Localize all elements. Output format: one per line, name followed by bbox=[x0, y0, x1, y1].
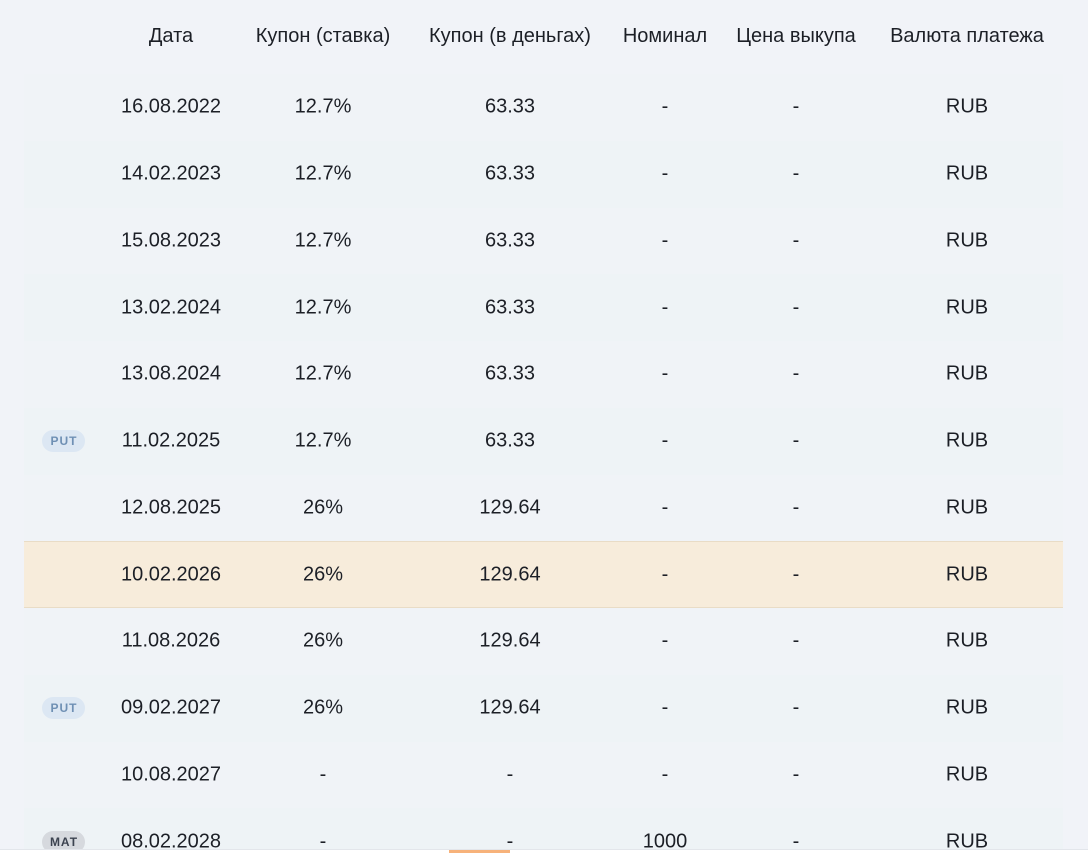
put-badge: PUT bbox=[42, 697, 85, 720]
cell-currency: RUB bbox=[945, 496, 989, 519]
cell-currency: RUB bbox=[945, 696, 989, 719]
cell-price: - bbox=[792, 229, 800, 252]
cell-currency: RUB bbox=[945, 162, 989, 185]
cell-money: 129.64 bbox=[479, 496, 541, 519]
scrollbar-thumb[interactable] bbox=[449, 850, 510, 853]
cell-nominal: - bbox=[661, 763, 669, 786]
cell-nominal: - bbox=[661, 696, 669, 719]
cell-date: 12.08.2025 bbox=[120, 496, 222, 519]
cell-rate: 12.7% bbox=[294, 429, 352, 452]
cell-price: - bbox=[792, 296, 800, 319]
cell-price: - bbox=[792, 162, 800, 185]
cell-date: 11.08.2026 bbox=[121, 629, 221, 652]
cell-rate: 26% bbox=[302, 563, 344, 586]
cell-price: - bbox=[792, 763, 800, 786]
cell-rate: 12.7% bbox=[294, 362, 352, 385]
table-row[interactable]: 16.08.2022 12.7% 63.33 - - RUB bbox=[24, 74, 1063, 141]
cell-money: 129.64 bbox=[479, 696, 541, 719]
cell-nominal: - bbox=[661, 95, 669, 118]
cell-date: 15.08.2023 bbox=[120, 229, 222, 252]
cell-date: 10.02.2026 bbox=[120, 563, 222, 586]
cell-rate: 26% bbox=[302, 696, 344, 719]
cell-currency: RUB bbox=[945, 296, 989, 319]
cell-currency: RUB bbox=[945, 229, 989, 252]
table-row[interactable]: MAT 08.02.2028- -1000- RUB bbox=[24, 808, 1063, 855]
cell-rate: 26% bbox=[302, 629, 344, 652]
cell-date: 13.02.2024 bbox=[120, 296, 222, 319]
cell-rate: 12.7% bbox=[294, 229, 352, 252]
cell-rate: 12.7% bbox=[294, 95, 352, 118]
cell-price: - bbox=[792, 629, 800, 652]
cell-date: 10.08.2027 bbox=[120, 763, 222, 786]
cell-date: 11.02.2025 bbox=[121, 429, 221, 452]
cell-money: 63.33 bbox=[484, 95, 536, 118]
table-row[interactable]: 10.08.2027 - - - - RUB bbox=[24, 741, 1063, 809]
cell-money: 63.33 bbox=[484, 229, 536, 252]
cell-currency: RUB bbox=[945, 362, 989, 385]
cell-rate: 26% bbox=[302, 496, 344, 519]
table-row[interactable]: PUT 11.02.2025 12.7% 63.33 - - RUB bbox=[24, 407, 1063, 475]
cell-nominal: - bbox=[661, 563, 669, 586]
cell-date: 14.02.2023 bbox=[120, 162, 222, 185]
cell-price: - bbox=[792, 496, 800, 519]
cell-price: - bbox=[792, 95, 800, 118]
cell-nominal: - bbox=[661, 629, 669, 652]
cell-currency: RUB bbox=[945, 629, 989, 652]
cell-money: 63.33 bbox=[484, 296, 536, 319]
cell-nominal: - bbox=[661, 162, 669, 185]
header-nominal[interactable]: Номинал bbox=[623, 25, 707, 48]
cell-nominal: - bbox=[661, 496, 669, 519]
cell-nominal: - bbox=[661, 429, 669, 452]
cell-rate: 12.7% bbox=[294, 162, 352, 185]
cell-money: 129.64 bbox=[479, 629, 541, 652]
cell-currency: RUB bbox=[945, 95, 989, 118]
table-row[interactable]: 13.08.2024 12.7% 63.33 - - RUB bbox=[24, 341, 1063, 408]
coupon-schedule-table: Дата Купон (ставка) Купон (в деньгах) Но… bbox=[0, 0, 1088, 855]
table-row[interactable]: 14.02.2023 12.7% 63.33 - - RUB bbox=[24, 140, 1063, 208]
table-row[interactable]: PUT 09.02.2027 26% 129.64 - - RUB bbox=[24, 674, 1063, 742]
table-row[interactable]: 12.08.2025 26% 129.64 - - RUB bbox=[24, 474, 1063, 542]
cell-money: 63.33 bbox=[484, 362, 536, 385]
cell-price: - bbox=[792, 563, 800, 586]
cell-date: 13.08.2024 bbox=[120, 362, 222, 385]
cell-rate: 12.7% bbox=[294, 296, 352, 319]
cell-money: - bbox=[506, 763, 514, 786]
cell-currency: RUB bbox=[945, 429, 989, 452]
horizontal-scrollbar[interactable] bbox=[0, 849, 1088, 855]
table-row[interactable]: 15.08.2023 12.7% 63.33 - - RUB bbox=[24, 207, 1063, 275]
header-coupon-money[interactable]: Купон (в деньгах) bbox=[429, 25, 591, 48]
cell-price: - bbox=[792, 362, 800, 385]
cell-nominal: - bbox=[661, 296, 669, 319]
cell-currency: RUB bbox=[945, 763, 989, 786]
put-badge: PUT bbox=[42, 430, 85, 453]
cell-money: 129.64 bbox=[479, 563, 541, 586]
cell-nominal: - bbox=[661, 229, 669, 252]
header-redemption-price[interactable]: Цена выкупа bbox=[736, 25, 856, 48]
cell-currency: RUB bbox=[945, 563, 989, 586]
cell-price: - bbox=[792, 429, 800, 452]
header-date[interactable]: Дата bbox=[149, 25, 193, 48]
table-header: Дата Купон (ставка) Купон (в деньгах) Но… bbox=[0, 0, 1088, 74]
cell-date: 16.08.2022 bbox=[120, 95, 222, 118]
header-currency[interactable]: Валюта платежа bbox=[890, 25, 1044, 48]
header-coupon-rate[interactable]: Купон (ставка) bbox=[256, 25, 391, 48]
cell-nominal: - bbox=[661, 362, 669, 385]
table-row[interactable]: 11.08.2026 26% 129.64 - - RUB bbox=[24, 608, 1063, 675]
table-row[interactable]: 10.02.2026 26% 129.64 - - RUB bbox=[24, 541, 1063, 608]
cell-rate: - bbox=[319, 763, 327, 786]
cell-price: - bbox=[792, 696, 800, 719]
table-row[interactable]: 13.02.2024 12.7% 63.33 - - RUB bbox=[24, 274, 1063, 341]
cell-money: 63.33 bbox=[484, 429, 536, 452]
cell-date: 09.02.2027 bbox=[120, 696, 222, 719]
table-body: 16.08.2022 12.7% 63.33 - - RUB 14.02.2023 12.7%… bbox=[24, 74, 1063, 855]
cell-money: 63.33 bbox=[484, 162, 536, 185]
